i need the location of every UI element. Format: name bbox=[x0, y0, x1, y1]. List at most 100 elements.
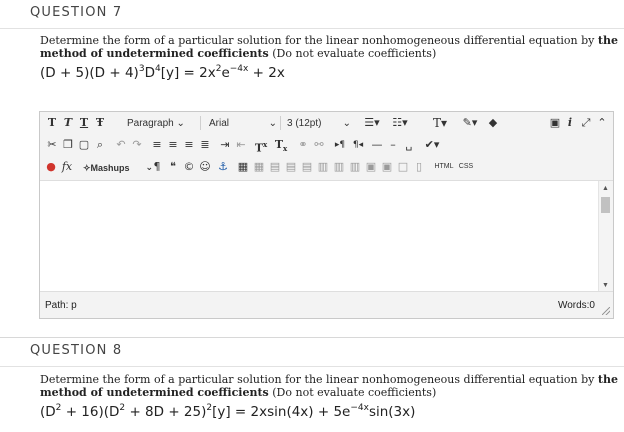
question-7-equation: (D + 5)(D + 4)3D4[y] = 2x2e−4x + 2x bbox=[40, 64, 620, 81]
cut-icon[interactable]: ✂ bbox=[45, 137, 59, 153]
table-split-icon[interactable]: ▣ bbox=[364, 159, 378, 175]
table-cell-icon[interactable]: □ bbox=[396, 159, 410, 175]
hyphen-icon[interactable]: – bbox=[386, 137, 400, 153]
table-row-icon[interactable]: ▤ bbox=[268, 159, 282, 175]
eq-part: e bbox=[221, 65, 230, 81]
toolbar-row-2: ✂ ❐ ▢ ⌕ ↶ ↷ ≡ ≡ ≡ ≣ ⇥ ⇤ Tx Tx ⚭ ⚯ ▸¶ ¶◂ … bbox=[40, 134, 613, 157]
rtl-icon[interactable]: ¶◂ bbox=[350, 137, 366, 153]
spellcheck-dropdown-icon[interactable]: ✔▾ bbox=[420, 137, 444, 153]
table-icon[interactable]: ▦ bbox=[236, 159, 250, 175]
table-delete-icon[interactable]: ▯ bbox=[412, 159, 426, 175]
table-row-insert-icon[interactable]: ▤ bbox=[284, 159, 298, 175]
paste-icon[interactable]: ▢ bbox=[77, 137, 91, 153]
strikethrough-button[interactable]: Ŧ bbox=[93, 115, 107, 131]
superscript-icon[interactable]: Tx bbox=[252, 137, 270, 155]
horizontal-rule-icon[interactable]: — bbox=[370, 137, 384, 153]
resize-handle-icon[interactable] bbox=[602, 307, 610, 315]
eq-part: D bbox=[144, 65, 155, 81]
editor-scrollbar[interactable]: ▲ ▼ bbox=[598, 181, 613, 291]
css-button[interactable]: CSS bbox=[456, 159, 476, 175]
table-props-icon[interactable]: ▦ bbox=[252, 159, 266, 175]
eq-part: sin(3x) bbox=[368, 404, 416, 420]
question-8-prompt: Determine the form of a particular solut… bbox=[40, 373, 620, 399]
info-icon[interactable]: i bbox=[564, 115, 576, 131]
justify-icon[interactable]: ≣ bbox=[198, 137, 212, 153]
numbered-list-icon[interactable]: ☷▾ bbox=[388, 115, 412, 131]
table-col-delete-icon[interactable]: ▥ bbox=[348, 159, 362, 175]
font-size-dropdown[interactable]: 3 (12pt) ⌄ bbox=[282, 115, 352, 133]
eq-part: (D bbox=[40, 404, 56, 420]
function-icon[interactable]: fx bbox=[60, 159, 74, 175]
scroll-thumb[interactable] bbox=[601, 197, 610, 213]
table-merge-icon[interactable]: ▣ bbox=[380, 159, 394, 175]
italic-button[interactable]: T bbox=[61, 115, 75, 131]
prompt-note: (Do not evaluate coefficients) bbox=[268, 47, 437, 60]
question-8-equation: (D2 + 16)(D2 + 8D + 25)2[y] = 2xsin(4x) … bbox=[40, 403, 620, 420]
table-col-icon[interactable]: ▥ bbox=[316, 159, 330, 175]
mashups-icon: ✧ bbox=[83, 163, 91, 173]
question-8-title: QUESTION 8 bbox=[30, 343, 123, 358]
quote-icon[interactable]: ❝ bbox=[166, 159, 180, 175]
indent-icon[interactable]: ⇥ bbox=[218, 137, 232, 153]
question-8-body: Determine the form of a particular solut… bbox=[40, 373, 620, 420]
eq-part: [y] = 2x bbox=[160, 65, 216, 81]
copy-icon[interactable]: ❐ bbox=[61, 137, 75, 153]
record-icon[interactable]: ● bbox=[44, 159, 58, 175]
highlight-icon[interactable]: ✎▾ bbox=[458, 115, 482, 131]
question-7-header: QUESTION 7 bbox=[0, 0, 624, 29]
paragraph-dropdown[interactable]: Paragraph ⌄ bbox=[122, 115, 190, 133]
word-count: Words:0 bbox=[557, 300, 595, 311]
question-7-body: Determine the form of a particular solut… bbox=[40, 34, 620, 81]
scroll-up-icon[interactable]: ▲ bbox=[602, 185, 609, 192]
font-size-value: 3 (12pt) bbox=[287, 118, 322, 129]
bold-button[interactable]: T bbox=[45, 115, 59, 131]
fullscreen-icon[interactable]: ⤢ bbox=[579, 115, 593, 131]
underline-button[interactable]: T bbox=[77, 115, 91, 131]
copyright-icon[interactable]: © bbox=[182, 159, 196, 175]
font-dropdown[interactable]: Arial ⌄ bbox=[204, 115, 280, 133]
toolbar-row-1: T T T Ŧ Paragraph ⌄ Arial ⌄ 3 (12pt) ⌄ ☰▾ … bbox=[40, 112, 613, 135]
html-button[interactable]: HTML bbox=[432, 159, 456, 175]
mashups-label: Mashups bbox=[90, 163, 130, 173]
prompt-text: Determine the form of a particular solut… bbox=[40, 34, 598, 47]
spellcheck-icon[interactable]: ▣ bbox=[548, 115, 562, 131]
align-right-icon[interactable]: ≡ bbox=[182, 137, 196, 153]
divider bbox=[280, 116, 281, 130]
element-path: Path: p bbox=[45, 300, 77, 311]
paragraph-mark-icon[interactable]: ¶ bbox=[150, 159, 164, 175]
prompt-text: Determine the form of a particular solut… bbox=[40, 373, 598, 386]
eq-exp: −4x bbox=[229, 64, 249, 74]
text-color-icon[interactable]: T▾ bbox=[428, 115, 452, 131]
paragraph-value: Paragraph bbox=[127, 118, 174, 129]
eq-part: (D + 5)(D + 4) bbox=[40, 65, 139, 81]
editor-status-bar: Path: p Words:0 bbox=[40, 291, 613, 318]
ltr-icon[interactable]: ▸¶ bbox=[332, 137, 348, 153]
redo-icon[interactable]: ↷ bbox=[130, 137, 144, 153]
eq-part: [y] = 2xsin(4x) + 5e bbox=[212, 404, 351, 420]
font-value: Arial bbox=[209, 118, 230, 129]
collapse-icon[interactable]: ⌃ bbox=[595, 115, 609, 131]
editor-text-area[interactable] bbox=[40, 181, 613, 291]
eraser-icon[interactable]: ◆ bbox=[486, 115, 500, 131]
nonbreaking-space-icon[interactable]: ␣ bbox=[402, 137, 416, 153]
scroll-down-icon[interactable]: ▼ bbox=[602, 282, 609, 289]
align-center-icon[interactable]: ≡ bbox=[166, 137, 180, 153]
undo-icon[interactable]: ↶ bbox=[114, 137, 128, 153]
unlink-icon[interactable]: ⚯ bbox=[312, 137, 326, 153]
chevron-down-icon: ⌄ bbox=[342, 118, 351, 129]
subscript-icon[interactable]: Tx bbox=[272, 137, 290, 153]
link-icon[interactable]: ⚭ bbox=[296, 137, 310, 153]
outdent-icon[interactable]: ⇤ bbox=[234, 137, 248, 153]
anchor-icon[interactable]: ⚓ bbox=[216, 159, 230, 175]
mashups-dropdown[interactable]: ✧Mashups ⌄ bbox=[78, 159, 154, 177]
eq-exp: −4x bbox=[350, 403, 369, 413]
table-col-insert-icon[interactable]: ▥ bbox=[332, 159, 346, 175]
prompt-note: (Do not evaluate coefficients) bbox=[268, 386, 437, 399]
table-row-delete-icon[interactable]: ▤ bbox=[300, 159, 314, 175]
divider bbox=[200, 116, 201, 130]
align-left-icon[interactable]: ≡ bbox=[150, 137, 164, 153]
eq-part: + 2x bbox=[248, 65, 285, 81]
find-icon[interactable]: ⌕ bbox=[93, 137, 107, 153]
bullet-list-icon[interactable]: ☰▾ bbox=[360, 115, 384, 131]
emoticon-icon[interactable]: ☺ bbox=[198, 159, 212, 175]
